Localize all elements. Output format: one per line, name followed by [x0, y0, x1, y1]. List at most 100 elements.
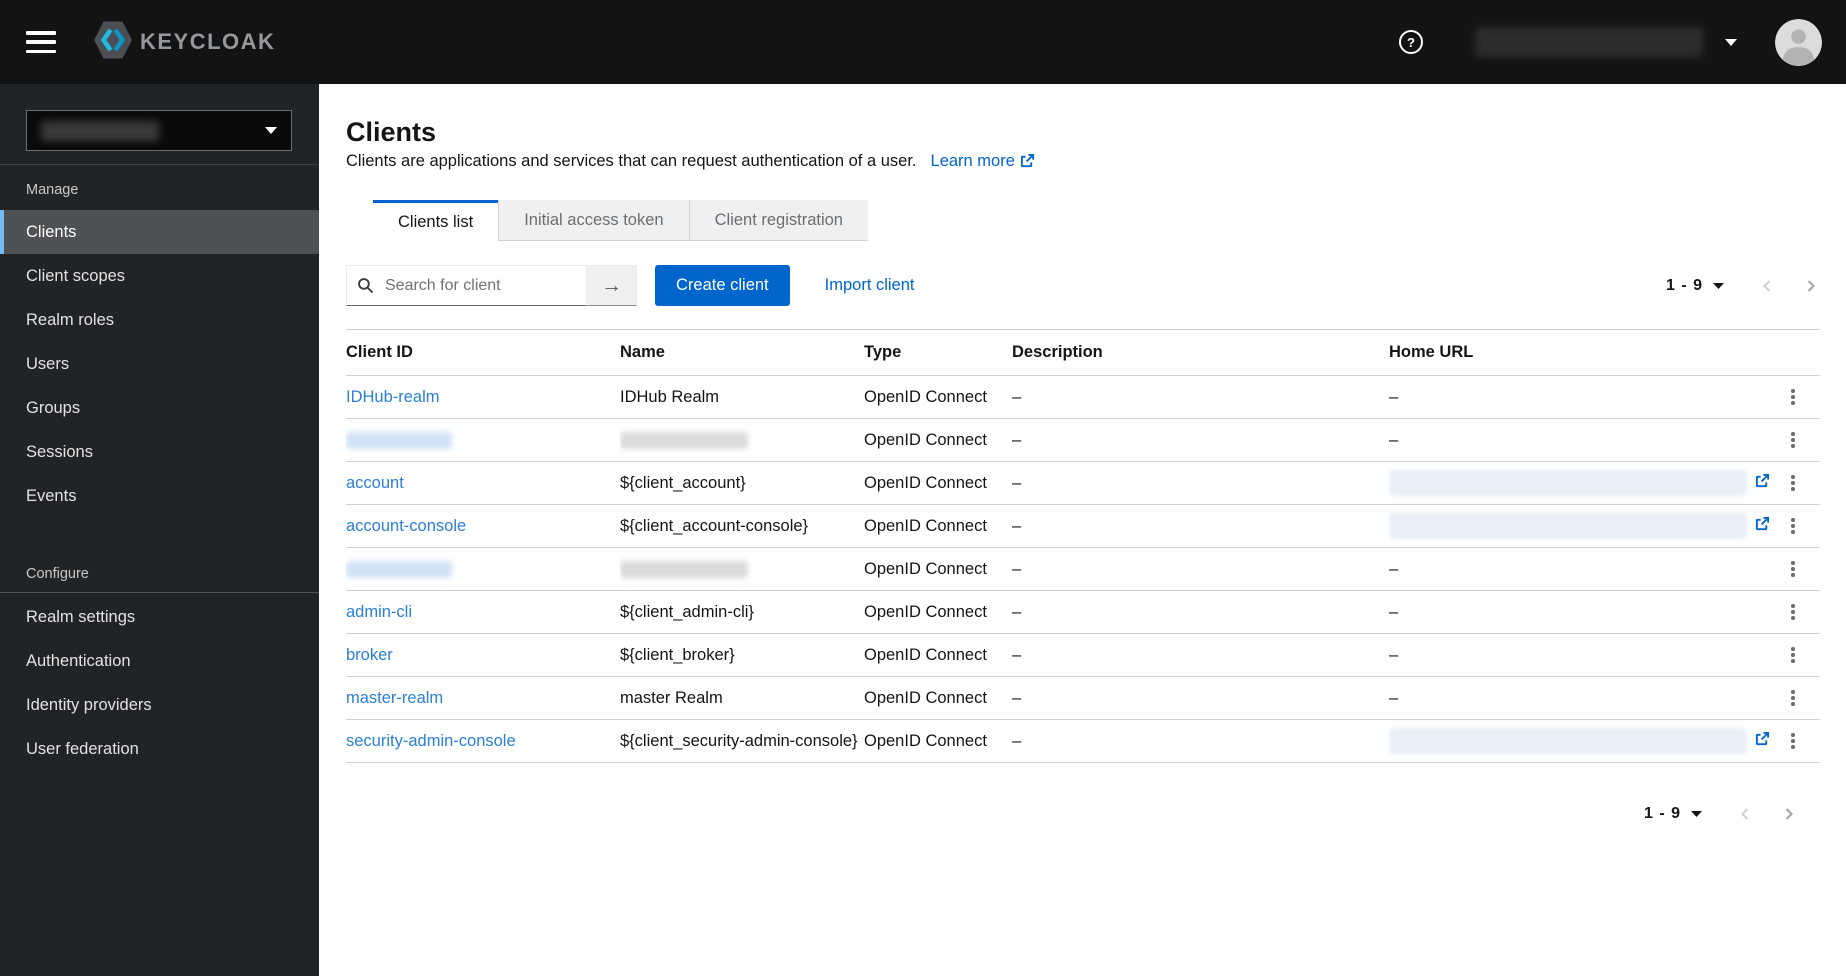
cell-type: OpenID Connect	[864, 633, 1012, 677]
cell-description: –	[1012, 547, 1389, 591]
pagination-prev-icon[interactable]	[1760, 278, 1774, 294]
cell-description: –	[1012, 418, 1389, 462]
row-actions-kebab-icon[interactable]	[1782, 382, 1804, 412]
pagination-menu-toggle[interactable]: 1 - 9	[1666, 277, 1724, 295]
redacted-client-id[interactable]	[346, 560, 452, 578]
cell-actions	[1772, 719, 1820, 763]
client-type: OpenID Connect	[864, 688, 987, 707]
cell-name: ${client_account-console}	[620, 504, 864, 548]
sidebar-link-users[interactable]: Users	[0, 342, 319, 386]
sidebar-item-users: Users	[0, 342, 319, 386]
client-id-link[interactable]: security-admin-console	[346, 732, 516, 750]
table-row: account ${client_account} OpenID Connect –	[346, 461, 1820, 505]
user-menu[interactable]	[1475, 27, 1737, 57]
cell-home-url: –	[1389, 547, 1772, 591]
sidebar-link-sessions[interactable]: Sessions	[0, 430, 319, 474]
realm-selector[interactable]	[26, 110, 292, 151]
sidebar-item-groups: Groups	[0, 386, 319, 430]
cell-name	[620, 418, 864, 462]
cell-description: –	[1012, 633, 1389, 677]
cell-actions	[1772, 418, 1820, 462]
cell-description: –	[1012, 504, 1389, 548]
sidebar-link-groups[interactable]: Groups	[0, 386, 319, 430]
pagination-next-icon[interactable]	[1804, 278, 1818, 294]
client-id-link[interactable]: master-realm	[346, 689, 443, 707]
nav-toggle-icon[interactable]	[26, 31, 56, 53]
cell-home-url: –	[1389, 676, 1772, 720]
client-description: –	[1012, 731, 1022, 750]
avatar[interactable]	[1775, 18, 1822, 66]
cell-name: ${client_security-admin-console}	[620, 719, 864, 763]
pagination-menu-toggle[interactable]: 1 - 9	[1644, 805, 1702, 823]
page-title: Clients	[346, 117, 437, 147]
cell-name: master Realm	[620, 676, 864, 720]
redacted-name	[620, 431, 748, 449]
sidebar-link-authentication[interactable]: Authentication	[0, 639, 319, 683]
column-header-type: Type	[864, 329, 1012, 376]
cell-actions	[1772, 461, 1820, 505]
cell-description: –	[1012, 590, 1389, 634]
row-actions-kebab-icon[interactable]	[1782, 683, 1804, 713]
chevron-down-icon	[1725, 38, 1737, 46]
pagination-next-icon[interactable]	[1782, 806, 1796, 822]
realm-selector-wrap	[0, 84, 319, 164]
search-input[interactable]	[383, 275, 576, 296]
cell-type: OpenID Connect	[864, 547, 1012, 591]
help-icon[interactable]: ?	[1399, 30, 1423, 54]
sidebar-link-clients[interactable]: Clients	[0, 210, 319, 254]
sidebar-link-realm-settings[interactable]: Realm settings	[0, 595, 319, 639]
home-url-link[interactable]	[1389, 513, 1770, 539]
row-actions-kebab-icon[interactable]	[1782, 726, 1804, 756]
cell-actions	[1772, 375, 1820, 419]
search-submit-button[interactable]: →	[587, 265, 637, 306]
sidebar-item-client-scopes: Client scopes	[0, 254, 319, 298]
client-id-link[interactable]: broker	[346, 646, 393, 664]
arrow-right-icon: →	[601, 273, 622, 297]
tab-clients-list[interactable]: Clients list	[373, 200, 499, 241]
client-id-link[interactable]: account-console	[346, 517, 466, 535]
home-url-link[interactable]	[1389, 470, 1770, 496]
row-actions-kebab-icon[interactable]	[1782, 425, 1804, 455]
learn-more-link[interactable]: Learn more	[931, 152, 1035, 170]
client-type: OpenID Connect	[864, 516, 987, 535]
sidebar-link-identity-providers[interactable]: Identity providers	[0, 683, 319, 727]
tab-client-registration[interactable]: Client registration	[688, 200, 868, 241]
redacted-home-url	[1389, 728, 1747, 754]
brand-text: KEYCLOAK	[140, 29, 276, 54]
tab-initial-access-token[interactable]: Initial access token	[498, 200, 689, 241]
table-row: master-realm master Realm OpenID Connect – –	[346, 676, 1820, 720]
nav-section-title-manage: Manage	[26, 182, 79, 198]
row-actions-kebab-icon[interactable]	[1782, 511, 1804, 541]
home-url-link[interactable]	[1389, 728, 1770, 754]
sidebar-link-client-scopes[interactable]: Client scopes	[0, 254, 319, 298]
sidebar-link-events[interactable]: Events	[0, 474, 319, 518]
sidebar-item-events: Events	[0, 474, 319, 518]
row-actions-kebab-icon[interactable]	[1782, 597, 1804, 627]
create-client-button[interactable]: Create client	[655, 265, 790, 306]
cell-client-id: admin-cli	[346, 590, 620, 634]
client-id-link[interactable]: admin-cli	[346, 603, 412, 621]
client-description: –	[1012, 516, 1022, 535]
client-description: –	[1012, 602, 1022, 621]
clients-table: Client ID Name Type Description Home URL IDH…	[346, 329, 1820, 763]
table-header-row: Client ID Name Type Description Home URL	[346, 329, 1820, 376]
sidebar-link-user-federation[interactable]: User federation	[0, 727, 319, 771]
nav-list-manage: Clients Client scopes Realm roles Users Grou…	[0, 210, 319, 518]
chevron-down-icon	[265, 127, 277, 134]
client-type: OpenID Connect	[864, 645, 987, 664]
sidebar-link-realm-roles[interactable]: Realm roles	[0, 298, 319, 342]
client-home-url: –	[1389, 688, 1399, 707]
pagination-prev-icon[interactable]	[1738, 806, 1752, 822]
client-type: OpenID Connect	[864, 559, 987, 578]
row-actions-kebab-icon[interactable]	[1782, 468, 1804, 498]
sidebar-item-realm-roles: Realm roles	[0, 298, 319, 342]
cell-client-id: broker	[346, 633, 620, 677]
pagination-top: 1 - 9	[1666, 277, 1818, 295]
client-id-link[interactable]: account	[346, 474, 404, 492]
cell-client-id: account	[346, 461, 620, 505]
import-client-link[interactable]: Import client	[825, 276, 915, 295]
client-id-link[interactable]: IDHub-realm	[346, 388, 440, 406]
row-actions-kebab-icon[interactable]	[1782, 640, 1804, 670]
row-actions-kebab-icon[interactable]	[1782, 554, 1804, 584]
redacted-client-id[interactable]	[346, 431, 452, 449]
